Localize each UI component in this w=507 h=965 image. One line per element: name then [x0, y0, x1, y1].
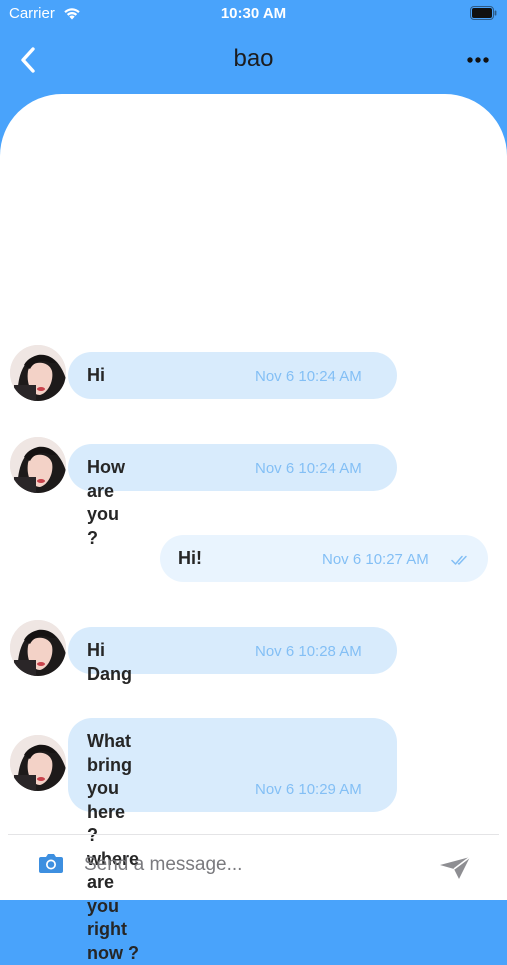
nav-bar: bao [0, 28, 507, 92]
avatar-image [10, 735, 66, 791]
avatar[interactable] [10, 437, 66, 493]
status-bar: Carrier 10:30 AM [0, 0, 507, 28]
more-icon[interactable] [465, 52, 491, 68]
composer-divider [8, 834, 499, 835]
status-time: 10:30 AM [220, 5, 287, 22]
message-timestamp: Nov 6 10:24 AM [255, 460, 362, 477]
avatar[interactable] [10, 345, 66, 401]
message-timestamp: Nov 6 10:29 AM [255, 781, 362, 798]
chat-title: bao [233, 45, 274, 72]
message-text: Hi [87, 365, 105, 385]
avatar[interactable] [10, 620, 66, 676]
message-input[interactable] [84, 848, 414, 882]
message-text: Hi! [178, 548, 202, 568]
message-text: Hi Dang [87, 640, 132, 684]
battery-icon [470, 6, 497, 20]
avatar-image [10, 345, 66, 401]
camera-icon[interactable] [38, 851, 64, 875]
message-timestamp: Nov 6 10:24 AM [255, 368, 362, 385]
avatar[interactable] [10, 735, 66, 791]
double-check-icon [451, 555, 467, 565]
avatar-image [10, 620, 66, 676]
message-timestamp: Nov 6 10:27 AM [322, 551, 429, 568]
message-timestamp: Nov 6 10:28 AM [255, 643, 362, 660]
send-icon[interactable] [438, 855, 472, 881]
message-text: How are you ? [87, 457, 125, 548]
avatar-image [10, 437, 66, 493]
